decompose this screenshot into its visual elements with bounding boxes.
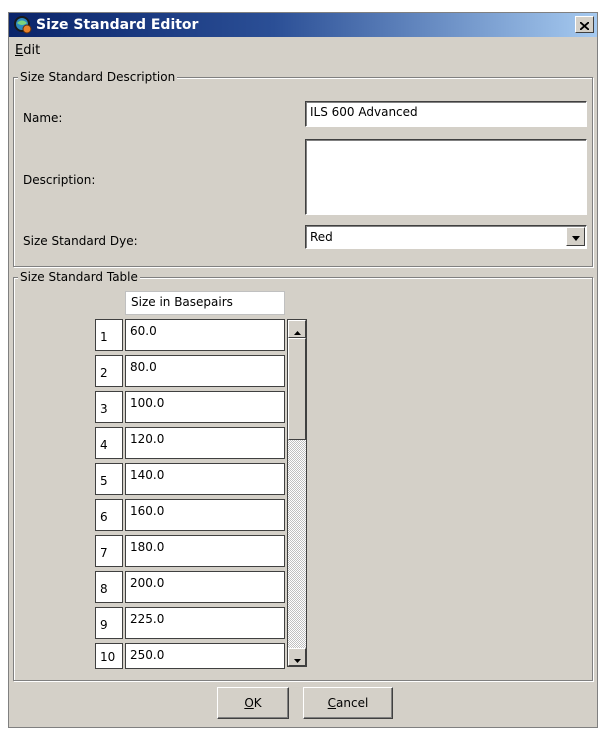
size-cell[interactable]: 200.0	[125, 571, 285, 603]
cancel-label: ancel	[336, 696, 369, 710]
scroll-up-button[interactable]	[288, 320, 306, 338]
table-row[interactable]: 1 60.0	[95, 319, 285, 351]
dye-select[interactable]: Red	[305, 225, 587, 249]
table-vertical-scrollbar[interactable]	[287, 319, 307, 667]
row-number: 2	[95, 355, 123, 387]
table-row[interactable]: 7 180.0	[95, 535, 285, 567]
name-value: ILS 600 Advanced	[310, 105, 418, 119]
ok-button[interactable]: OK	[217, 687, 289, 719]
dye-label: Size Standard Dye:	[23, 234, 138, 248]
size-cell[interactable]: 160.0	[125, 499, 285, 531]
table-row[interactable]: 9 225.0	[95, 607, 285, 639]
table-row[interactable]: 4 120.0	[95, 427, 285, 459]
size-cell[interactable]: 100.0	[125, 391, 285, 423]
table-row[interactable]: 3 100.0	[95, 391, 285, 423]
size-cell[interactable]: 180.0	[125, 535, 285, 567]
row-number: 8	[95, 571, 123, 603]
size-standard-editor-window: Size Standard Editor Edit Size Standard …	[8, 12, 598, 728]
window-title: Size Standard Editor	[36, 17, 199, 33]
close-icon	[579, 15, 590, 34]
scrollbar-thumb[interactable]	[288, 338, 306, 440]
table-row[interactable]: 8 200.0	[95, 571, 285, 603]
name-field[interactable]: ILS 600 Advanced	[305, 101, 587, 127]
title-bar[interactable]: Size Standard Editor	[9, 13, 597, 37]
size-column-header[interactable]: Size in Basepairs	[125, 291, 285, 315]
chevron-down-icon	[571, 230, 580, 244]
table-group-legend: Size Standard Table	[18, 270, 140, 284]
size-column-header-label: Size in Basepairs	[131, 295, 233, 309]
row-number: 6	[95, 499, 123, 531]
scroll-down-arrow-icon	[293, 648, 301, 667]
size-cell[interactable]: 120.0	[125, 427, 285, 459]
row-number: 10	[95, 643, 123, 669]
dye-dropdown-button[interactable]	[566, 227, 585, 246]
row-number: 3	[95, 391, 123, 423]
table-row[interactable]: 6 160.0	[95, 499, 285, 531]
description-field[interactable]	[305, 139, 587, 215]
name-label: Name:	[23, 111, 63, 125]
row-number: 1	[95, 319, 123, 351]
size-cell[interactable]: 250.0	[125, 643, 285, 669]
cancel-button[interactable]: Cancel	[303, 687, 393, 719]
row-number: 7	[95, 535, 123, 567]
app-globe-icon	[13, 15, 32, 34]
size-cell[interactable]: 60.0	[125, 319, 285, 351]
table-row[interactable]: 5 140.0	[95, 463, 285, 495]
scroll-up-arrow-icon	[293, 320, 301, 339]
size-cell[interactable]: 225.0	[125, 607, 285, 639]
menu-bar: Edit	[9, 41, 597, 61]
ok-label: K	[253, 696, 262, 710]
size-cell[interactable]: 140.0	[125, 463, 285, 495]
menu-edit-label: dit	[23, 43, 41, 58]
menu-edit-mnemonic: E	[15, 43, 24, 58]
row-number: 9	[95, 607, 123, 639]
row-number: 5	[95, 463, 123, 495]
description-label: Description:	[23, 173, 96, 187]
close-button[interactable]	[575, 16, 594, 33]
scroll-down-button[interactable]	[288, 648, 306, 666]
description-group-legend: Size Standard Description	[18, 70, 178, 84]
table-row[interactable]: 10 250.0	[95, 643, 285, 669]
size-cell[interactable]: 80.0	[125, 355, 285, 387]
menu-edit[interactable]: Edit	[15, 43, 40, 58]
dye-value: Red	[310, 230, 333, 244]
cancel-mnemonic: C	[327, 696, 337, 710]
row-number: 4	[95, 427, 123, 459]
table-row[interactable]: 2 80.0	[95, 355, 285, 387]
ok-mnemonic: O	[244, 696, 254, 710]
